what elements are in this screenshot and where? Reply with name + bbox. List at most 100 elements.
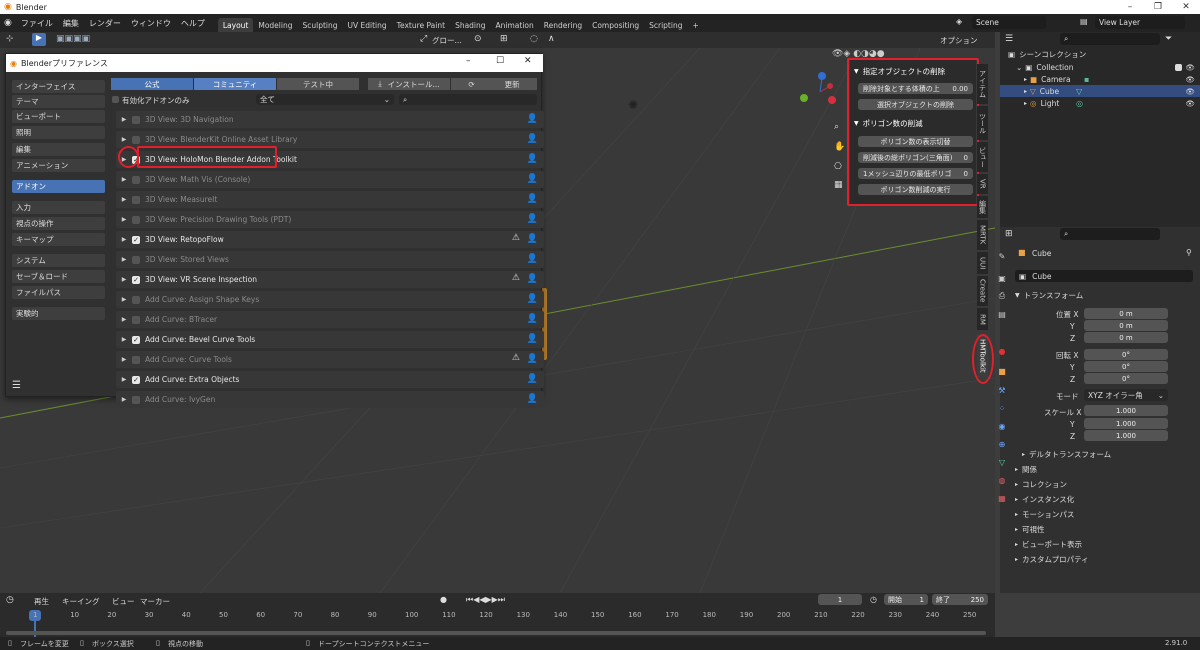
texture-tab-icon[interactable]: ▦ bbox=[996, 492, 1008, 504]
expand-icon[interactable]: ▶ bbox=[116, 396, 132, 403]
custom-properties-header[interactable]: ▸ カスタムプロパティ bbox=[1015, 553, 1089, 565]
tab-sculpting[interactable]: Sculpting bbox=[297, 18, 342, 32]
timeline-scrollbar[interactable] bbox=[6, 631, 986, 635]
addon-row[interactable]: ▶ ✓ Add Curve: Bevel Curve Tools 👤 bbox=[116, 331, 544, 348]
outliner-search-input[interactable]: ⌕ bbox=[1060, 33, 1160, 45]
tab-layout[interactable]: Layout bbox=[217, 18, 254, 32]
tab-shading[interactable]: Shading bbox=[450, 18, 490, 32]
eye-icon[interactable]: 👁 bbox=[1185, 99, 1195, 108]
options-dropdown[interactable]: オプション bbox=[940, 35, 978, 46]
render-tab-icon[interactable]: ▣ bbox=[996, 272, 1008, 284]
rotation-mode-dropdown[interactable]: XYZ オイラー角 ⌄ bbox=[1084, 389, 1168, 401]
transform-header[interactable]: ▼ トランスフォーム bbox=[1015, 289, 1083, 301]
prefs-close-button[interactable]: ✕ bbox=[524, 56, 532, 66]
maximize-button[interactable]: ❐ bbox=[1144, 0, 1172, 14]
expand-icon[interactable]: ▶ bbox=[116, 316, 132, 323]
sidetab-mrtk[interactable]: MRTK bbox=[977, 220, 988, 250]
tab-scripting[interactable]: Scripting bbox=[644, 18, 687, 32]
tab-texture-paint[interactable]: Texture Paint bbox=[392, 18, 450, 32]
outliner-cube[interactable]: ▸ ▽ Cube ▽ 👁 bbox=[1000, 85, 1200, 97]
collections-header[interactable]: ▸ コレクション bbox=[1015, 478, 1067, 490]
tab-animation[interactable]: Animation bbox=[491, 18, 539, 32]
addon-search-input[interactable]: ⌕ bbox=[399, 94, 537, 105]
proportional-edit-icon[interactable]: ◌ bbox=[530, 34, 538, 44]
sidetab-rm[interactable]: RM bbox=[977, 308, 988, 330]
blender-menu-icon[interactable]: ◉ bbox=[0, 18, 16, 28]
particles-tab-icon[interactable]: ⁘ bbox=[996, 402, 1008, 414]
sidetab-uui[interactable]: UUI bbox=[977, 252, 988, 274]
nav-navigation[interactable]: 視点の操作 bbox=[12, 217, 105, 230]
menu-window[interactable]: ウィンドウ bbox=[126, 18, 176, 29]
menu-marker[interactable]: マーカー bbox=[140, 596, 170, 607]
addon-enable-checkbox[interactable]: ✓ bbox=[132, 375, 140, 384]
nav-interface[interactable]: インターフェイス bbox=[12, 80, 105, 93]
addon-enable-checkbox[interactable] bbox=[132, 295, 140, 304]
constraints-tab-icon[interactable]: ⊕ bbox=[996, 438, 1008, 450]
sidetab-edit[interactable]: 編集 bbox=[977, 196, 988, 218]
properties-search-input[interactable]: ⌕ bbox=[1060, 228, 1160, 240]
addon-row[interactable]: ▶ Add Curve: Assign Shape Keys 👤 bbox=[116, 291, 544, 308]
expand-icon[interactable]: ▶ bbox=[116, 116, 132, 123]
addon-row[interactable]: ▶ ✓ 3D View: RetopoFlow 👤 ⚠ bbox=[116, 231, 544, 248]
timeline-area[interactable]: 1 10 20 30 40 50 60 70 80 90 100 110 120 130 140 150 160… bbox=[0, 607, 995, 637]
addon-row[interactable]: ▶ 3D View: Precision Drawing Tools (PDT) 👤 bbox=[116, 211, 544, 228]
category-dropdown[interactable]: 全て ⌄ bbox=[256, 94, 394, 105]
expand-icon[interactable]: ▶ bbox=[116, 256, 132, 263]
object-tab-icon[interactable]: ■ bbox=[996, 365, 1008, 377]
expand-icon[interactable]: ▶ bbox=[116, 176, 132, 183]
addon-enable-checkbox[interactable] bbox=[132, 255, 140, 264]
addon-enable-checkbox[interactable] bbox=[132, 395, 140, 404]
outliner-editor-icon[interactable]: ☰ bbox=[1005, 34, 1013, 44]
location-x-field[interactable]: 0 m bbox=[1084, 308, 1168, 319]
sidetab-item[interactable]: アイテム bbox=[977, 64, 988, 104]
filter-icon[interactable]: ⏷ bbox=[1165, 34, 1172, 44]
addon-enable-checkbox[interactable] bbox=[132, 215, 140, 224]
sidetab-vr[interactable]: VR bbox=[977, 174, 988, 194]
expand-icon[interactable]: ▶ bbox=[116, 356, 132, 363]
nav-input[interactable]: 入力 bbox=[12, 201, 105, 214]
playback-controls-icon[interactable]: ⏮◀◀▶▶⏭ bbox=[466, 595, 505, 605]
editor-type-icon[interactable]: ⊹ bbox=[6, 34, 14, 44]
nav-system[interactable]: システム bbox=[12, 254, 105, 267]
expand-icon[interactable]: ▶ bbox=[116, 236, 132, 243]
view-layer-icon[interactable]: ▤ bbox=[1080, 17, 1088, 26]
refresh-button[interactable]: ⟳ 更新 bbox=[451, 78, 537, 90]
tab-rendering[interactable]: Rendering bbox=[539, 18, 587, 32]
addon-enable-checkbox[interactable] bbox=[132, 115, 140, 124]
prefs-minimize-button[interactable]: – bbox=[466, 56, 471, 66]
addon-row[interactable]: ▶ ✓ Add Curve: Extra Objects 👤 bbox=[116, 371, 544, 388]
outliner-camera[interactable]: ▸ ■ Camera ▪ 👁 bbox=[1000, 73, 1200, 85]
expand-icon[interactable]: ▶ bbox=[116, 296, 132, 303]
location-z-field[interactable]: 0 m bbox=[1084, 332, 1168, 343]
delta-transform-header[interactable]: ▸ デルタトランスフォーム bbox=[1022, 448, 1111, 460]
close-button[interactable]: ✕ bbox=[1172, 0, 1200, 14]
end-frame-field[interactable]: 終了 250 bbox=[932, 594, 988, 605]
outliner-light[interactable]: ▸ ◎ Light ◎ 👁 bbox=[1000, 97, 1200, 109]
nav-editing[interactable]: 編集 bbox=[12, 143, 105, 156]
nav-animation[interactable]: アニメーション bbox=[12, 159, 105, 172]
view-layer-field[interactable]: View Layer bbox=[1095, 16, 1185, 29]
menu-keying[interactable]: キーイング bbox=[62, 596, 100, 607]
mesh-data-tab-icon[interactable]: ▽ bbox=[996, 456, 1008, 468]
prefs-menu-icon[interactable]: ☰ bbox=[12, 380, 21, 391]
scale-x-field[interactable]: 1.000 bbox=[1084, 405, 1168, 416]
world-tab-icon[interactable]: ● bbox=[996, 345, 1008, 357]
location-y-field[interactable]: 0 m bbox=[1084, 320, 1168, 331]
outliner-scene-collection[interactable]: ▣ シーンコレクション bbox=[1000, 48, 1200, 60]
scale-y-field[interactable]: 1.000 bbox=[1084, 418, 1168, 429]
current-frame-field[interactable]: 1 bbox=[818, 594, 862, 605]
expand-icon[interactable]: ▶ bbox=[116, 336, 132, 343]
addon-row[interactable]: ▶ ✓ 3D View: VR Scene Inspection 👤 ⚠ bbox=[116, 271, 544, 288]
minimize-button[interactable]: – bbox=[1116, 0, 1144, 14]
start-frame-field[interactable]: 開始 1 bbox=[884, 594, 928, 605]
addon-enable-checkbox[interactable] bbox=[132, 135, 140, 144]
nav-experimental[interactable]: 実験的 bbox=[12, 307, 105, 320]
visibility-header[interactable]: ▸ 可視性 bbox=[1015, 523, 1045, 535]
enabled-only-checkbox[interactable] bbox=[112, 96, 119, 103]
sidetab-view[interactable]: ビュー bbox=[977, 142, 988, 172]
modifier-wrench-icon[interactable]: ⚒ bbox=[996, 384, 1008, 396]
addon-row[interactable]: ▶ 3D View: Math Vis (Console) 👤 bbox=[116, 171, 544, 188]
nav-themes[interactable]: テーマ bbox=[12, 95, 105, 108]
orientation-dropdown[interactable]: グロー... bbox=[432, 35, 462, 46]
physics-tab-icon[interactable]: ◉ bbox=[996, 420, 1008, 432]
